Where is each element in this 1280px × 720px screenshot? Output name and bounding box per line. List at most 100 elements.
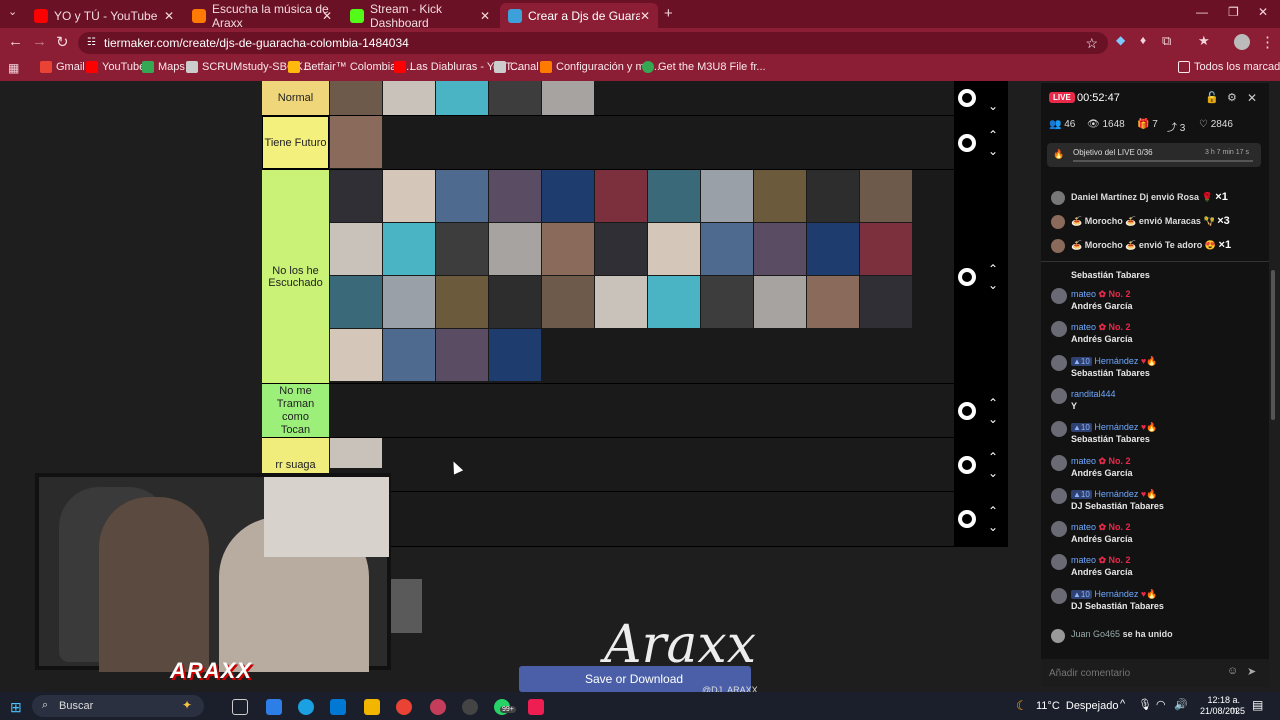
- dj-thumbnail[interactable]: [860, 223, 912, 275]
- comment-input[interactable]: [1049, 663, 1225, 683]
- tab-araxx[interactable]: Escucha la música de Araxx ✕: [184, 2, 340, 30]
- menu-icon[interactable]: ⋮: [1260, 33, 1275, 51]
- dj-thumbnail[interactable]: [542, 276, 594, 328]
- dj-thumbnail[interactable]: [330, 223, 382, 275]
- tier-settings-gear-icon[interactable]: [958, 455, 976, 474]
- dj-thumbnail[interactable]: [595, 170, 647, 222]
- extensions-puzzle-icon[interactable]: ⧉: [1162, 33, 1171, 49]
- move-tier-up-icon[interactable]: ⌃: [987, 129, 999, 141]
- move-tier-down-icon[interactable]: ⌄: [987, 521, 999, 533]
- tier-settings-gear-icon[interactable]: [958, 510, 976, 528]
- windows-start-icon[interactable]: ⊞: [10, 699, 22, 716]
- dj-thumbnail[interactable]: [489, 329, 541, 381]
- move-tier-up-icon[interactable]: ⌃: [987, 505, 999, 517]
- chat-username[interactable]: mateo ✿ No. 2: [1071, 289, 1131, 300]
- dj-thumbnail[interactable]: [860, 276, 912, 328]
- dj-thumbnail[interactable]: [383, 276, 435, 328]
- move-tier-down-icon[interactable]: ⌄: [987, 100, 999, 112]
- chrome-icon[interactable]: [396, 699, 412, 715]
- chat-username[interactable]: mateo ✿ No. 2: [1071, 456, 1131, 467]
- file-explorer-icon[interactable]: [364, 699, 380, 715]
- notifications-icon[interactable]: ▤: [1252, 698, 1263, 712]
- extension-icon[interactable]: ♦: [1140, 33, 1146, 47]
- chat-username[interactable]: ▲10 Hernández ♥🔥: [1071, 589, 1157, 600]
- dj-thumbnail[interactable]: [648, 170, 700, 222]
- dj-thumbnail[interactable]: [701, 223, 753, 275]
- close-tab-icon[interactable]: ✕: [164, 9, 174, 23]
- new-tab-icon[interactable]: +: [664, 5, 673, 22]
- tier-settings-gear-icon[interactable]: [958, 401, 976, 420]
- emoji-icon[interactable]: ☺: [1227, 665, 1238, 677]
- dj-thumbnail[interactable]: [330, 276, 382, 328]
- chat-username[interactable]: mateo ✿ No. 2: [1071, 322, 1131, 333]
- bookmark-m3u8[interactable]: Get the M3U8 File fr...: [642, 61, 766, 73]
- wifi-icon[interactable]: ◠: [1156, 698, 1166, 711]
- clock-date[interactable]: 21/08/2025: [1200, 706, 1245, 716]
- move-tier-down-icon[interactable]: ⌄: [987, 145, 999, 157]
- reading-list-icon[interactable]: ★: [1198, 33, 1210, 49]
- move-tier-up-icon[interactable]: ⌃: [987, 263, 999, 275]
- tab-search-icon[interactable]: ⌄: [8, 5, 17, 18]
- live-goal-bar[interactable]: 🔥 Objetivo del LIVE 0/36 3 h 7 min 17 s: [1047, 143, 1261, 167]
- dj-thumbnail[interactable]: [542, 81, 594, 115]
- restore-icon[interactable]: ❐: [1228, 5, 1239, 19]
- dj-thumbnail[interactable]: [489, 276, 541, 328]
- dj-thumbnail[interactable]: [860, 170, 912, 222]
- chat-username[interactable]: mateo ✿ No. 2: [1071, 555, 1131, 566]
- dj-thumbnail[interactable]: [595, 223, 647, 275]
- tab-tiermaker[interactable]: Crear a Djs de Guaracha COLO ✕: [500, 3, 658, 28]
- chat-scrollbar[interactable]: [1271, 270, 1275, 420]
- url-field[interactable]: ☷ tiermaker.com/create/djs-de-guaracha-c…: [78, 32, 1108, 54]
- tray-chevron-icon[interactable]: ^: [1120, 698, 1125, 710]
- dj-thumbnail[interactable]: [436, 329, 488, 381]
- dj-thumbnail[interactable]: [701, 170, 753, 222]
- dj-thumbnail[interactable]: [436, 81, 488, 115]
- dj-thumbnail[interactable]: [754, 223, 806, 275]
- move-tier-down-icon[interactable]: ⌄: [987, 467, 999, 479]
- chat-username[interactable]: mateo ✿ No. 2: [1071, 522, 1131, 533]
- volume-icon[interactable]: 🔊: [1174, 698, 1188, 711]
- chrome-profile-icon[interactable]: [430, 699, 446, 715]
- dj-thumbnail[interactable]: [807, 276, 859, 328]
- dj-thumbnail[interactable]: [595, 276, 647, 328]
- dragged-item-thumbnail[interactable]: [390, 579, 422, 633]
- copilot-icon[interactable]: [266, 699, 282, 715]
- dj-thumbnail[interactable]: [436, 170, 488, 222]
- dj-thumbnail[interactable]: [807, 223, 859, 275]
- bookmark-youtube[interactable]: YouTube: [86, 61, 145, 73]
- dj-thumbnail[interactable]: [330, 81, 382, 115]
- dj-thumbnail[interactable]: [754, 170, 806, 222]
- dj-thumbnail[interactable]: [330, 170, 382, 222]
- tab-kick[interactable]: Stream - Kick Dashboard ✕: [342, 2, 498, 30]
- taskbar-search[interactable]: ⌕ Buscar ✦: [32, 695, 204, 717]
- bookmarks-folder[interactable]: Todos los marcadores: [1178, 61, 1280, 73]
- settings-icon[interactable]: ⚙: [1227, 91, 1237, 104]
- store-icon[interactable]: [330, 699, 346, 715]
- site-info-icon[interactable]: ☷: [87, 32, 96, 54]
- minimize-icon[interactable]: —: [1196, 5, 1208, 19]
- chat-username[interactable]: ▲10 Hernández ♥🔥: [1071, 422, 1157, 433]
- bookmark-star-icon[interactable]: ☆: [1085, 32, 1098, 54]
- weather-text[interactable]: 11°C Despejado: [1036, 700, 1118, 712]
- dj-thumbnail[interactable]: [383, 223, 435, 275]
- dj-thumbnail[interactable]: [701, 276, 753, 328]
- move-tier-down-icon[interactable]: ⌄: [987, 279, 999, 291]
- tab-youtube[interactable]: YO y TÚ - YouTube ✕: [26, 3, 182, 28]
- dj-thumbnail[interactable]: [542, 170, 594, 222]
- send-icon[interactable]: ➤: [1247, 665, 1256, 678]
- close-tab-icon[interactable]: ✕: [480, 9, 490, 23]
- dj-thumbnail[interactable]: [330, 329, 382, 381]
- mic-icon[interactable]: 🎙: [1138, 698, 1152, 711]
- back-icon[interactable]: ←: [8, 33, 23, 50]
- obs-icon[interactable]: [462, 699, 478, 715]
- bookmark-gmail[interactable]: Gmail: [40, 61, 85, 73]
- apps-grid-icon[interactable]: ▦: [8, 61, 19, 75]
- move-tier-up-icon[interactable]: ⌃: [987, 451, 999, 463]
- dj-thumbnail[interactable]: [754, 276, 806, 328]
- dj-thumbnail[interactable]: [489, 223, 541, 275]
- reload-icon[interactable]: ↻: [56, 33, 69, 51]
- dj-thumbnail[interactable]: [383, 81, 435, 115]
- bookmark-canal[interactable]: Canal: [494, 61, 539, 73]
- close-tab-icon[interactable]: ✕: [640, 9, 650, 23]
- profile-avatar[interactable]: [1234, 34, 1250, 50]
